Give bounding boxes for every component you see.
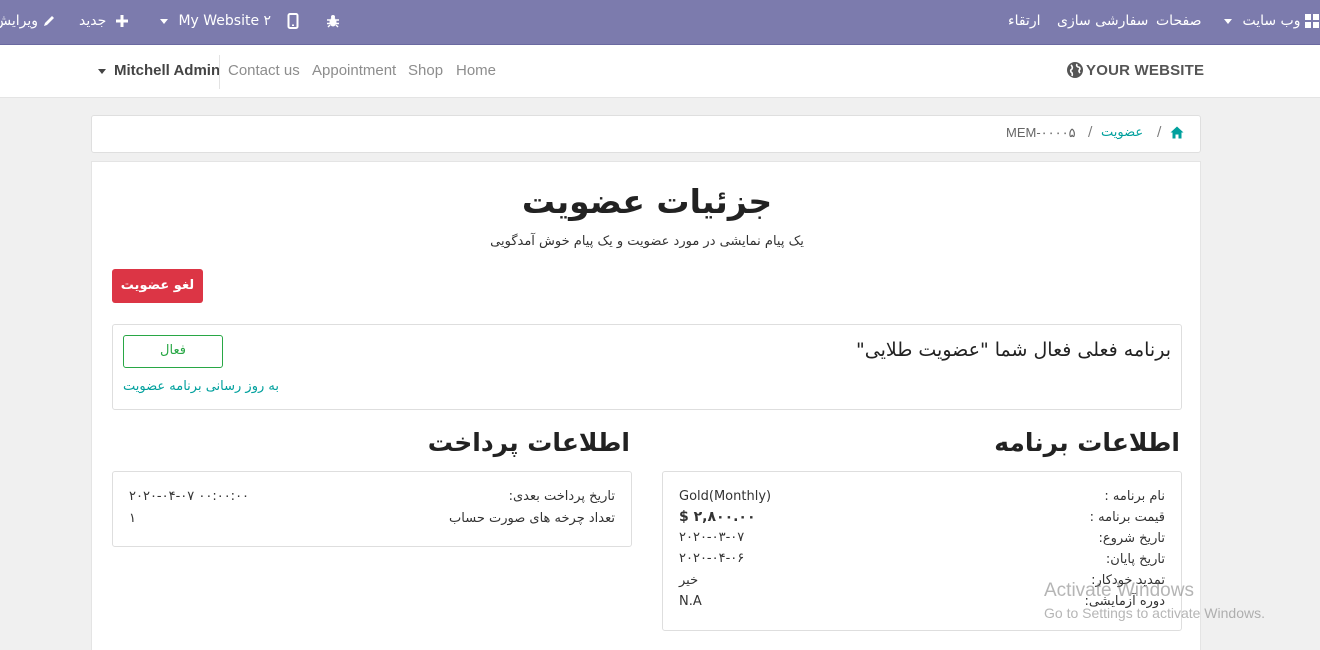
breadcrumb-separator: / — [1157, 125, 1162, 140]
payment-info-panel: تاریخ پرداخت بعدی: ۲۰۲۰-۰۴-۰۷ ۰۰:۰۰:۰۰ ت… — [112, 471, 632, 547]
current-plan-text: برنامه فعلی فعال شما "عضویت طلایی" — [856, 339, 1171, 361]
chevron-down-icon — [98, 68, 106, 74]
start-date-value: ۲۰۲۰-۰۳-۰۷ — [679, 530, 745, 545]
breadcrumb: MEM-۰۰۰۰۵ / عضویت / — [91, 115, 1201, 153]
mobile-icon — [287, 13, 299, 29]
nav-divider — [219, 55, 220, 89]
website-menu[interactable]: وب سایت — [1218, 0, 1319, 44]
customize-menu[interactable]: سفارشی سازی — [1057, 0, 1148, 44]
membership-card: جزئیات عضویت یک پیام نمایشی در مورد عضوی… — [91, 161, 1201, 650]
trial-period-label: دوره آزمایشی: — [1084, 594, 1165, 609]
program-price-label: قیمت برنامه : — [1089, 510, 1165, 525]
customize-label: سفارشی سازی — [1057, 13, 1149, 29]
current-plan-panel: برنامه فعلی فعال شما "عضویت طلایی" فعال … — [112, 324, 1182, 410]
mobile-preview-button[interactable] — [287, 0, 299, 44]
chevron-down-icon — [160, 18, 168, 24]
auto-renew-value: خیر — [679, 573, 699, 588]
trial-period-value: N.A — [679, 594, 702, 609]
page-title: جزئیات عضویت — [521, 182, 773, 221]
upgrade-menu[interactable]: ارتقاء — [1008, 0, 1040, 44]
chevron-down-icon — [1224, 18, 1232, 24]
page-subtitle: یک پیام نمایشی در مورد عضویت و یک پیام خ… — [490, 234, 804, 249]
website-selector[interactable]: My Website ۲ — [154, 0, 271, 44]
program-info-panel: نام برنامه : Gold(Monthly) قیمت برنامه :… — [662, 471, 1182, 631]
user-menu[interactable]: Mitchell Admin — [98, 62, 220, 79]
auto-renew-label: تمدید خودکار: — [1091, 573, 1165, 588]
pages-menu[interactable]: صفحات — [1156, 0, 1201, 44]
billing-cycles-label: تعداد چرخه های صورت حساب — [449, 511, 615, 526]
website-selector-label: My Website ۲ — [178, 13, 272, 29]
start-date-label: تاریخ شروع: — [1098, 531, 1165, 546]
globe-icon — [1067, 62, 1083, 78]
pages-label: صفحات — [1156, 13, 1202, 29]
brand-logo[interactable]: YOUR WEBSITE — [1066, 61, 1204, 83]
apps-grid-icon — [1304, 14, 1319, 28]
program-name-label: نام برنامه : — [1104, 489, 1165, 504]
new-button[interactable]: جدید — [79, 0, 129, 44]
end-date-label: تاریخ پایان: — [1105, 552, 1165, 567]
pencil-icon — [44, 16, 55, 26]
edit-label: ویرایش — [0, 13, 39, 29]
update-plan-link[interactable]: به روز رسانی برنامه عضویت — [123, 379, 279, 394]
next-payment-value: ۲۰۲۰-۰۴-۰۷ ۰۰:۰۰:۰۰ — [129, 489, 250, 504]
breadcrumb-separator: / — [1088, 125, 1093, 140]
nav-link-appointment[interactable]: Appointment — [312, 62, 396, 79]
nav-link-shop[interactable]: Shop — [408, 62, 443, 79]
program-info-heading: اطلاعات برنامه — [994, 428, 1180, 457]
debug-button[interactable] — [326, 0, 340, 44]
home-icon[interactable] — [1170, 126, 1184, 143]
program-price-value: $ ۲,۸۰۰.۰۰ — [679, 509, 756, 525]
payment-info-heading: اطلاعات پرداخت — [427, 428, 630, 457]
user-name: Mitchell Admin — [114, 62, 221, 79]
new-label: جدید — [79, 13, 107, 29]
status-active-button[interactable]: فعال — [123, 335, 223, 368]
nav-link-contact[interactable]: Contact us — [228, 62, 300, 79]
plus-icon — [115, 15, 128, 27]
breadcrumb-current: MEM-۰۰۰۰۵ — [1006, 125, 1076, 140]
billing-cycles-value: ۱ — [129, 511, 136, 526]
next-payment-label: تاریخ پرداخت بعدی: — [508, 489, 615, 504]
brand-name: YOUR WEBSITE — [1086, 62, 1205, 79]
breadcrumb-membership[interactable]: عضویت — [1101, 125, 1143, 140]
website-menu-label: وب سایت — [1242, 13, 1301, 29]
end-date-value: ۲۰۲۰-۰۴-۰۶ — [679, 551, 745, 566]
edit-button[interactable]: ویرایش — [0, 0, 56, 44]
upgrade-label: ارتقاء — [1008, 13, 1041, 29]
program-name-value: Gold(Monthly) — [679, 489, 772, 504]
admin-bar: ویرایش جدید My Website ۲ ارتقاء سفارشی س… — [0, 0, 1320, 45]
website-navbar: Mitchell Admin Contact us Appointment Sh… — [0, 45, 1320, 98]
cancel-membership-button[interactable]: لغو عضویت — [112, 269, 203, 303]
nav-link-home[interactable]: Home — [456, 62, 496, 79]
bug-icon — [327, 15, 339, 28]
